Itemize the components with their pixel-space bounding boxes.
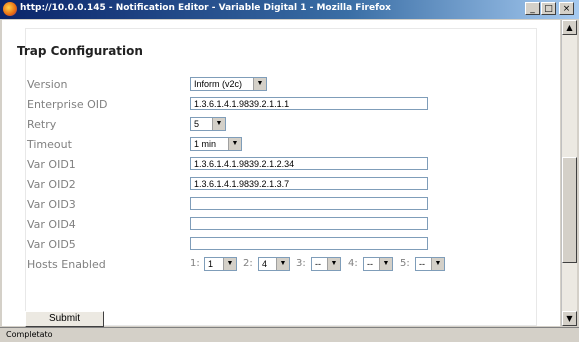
minimize-button[interactable]: _: [525, 2, 540, 15]
submit-button[interactable]: Submit: [25, 311, 104, 327]
host-5-value: --: [419, 259, 425, 269]
status-text: Completato: [6, 330, 53, 339]
chevron-down-icon: ▼: [228, 138, 241, 150]
version-value: Inform (v2c): [194, 79, 243, 89]
title-bar: http://10.0.0.145 - Notification Editor …: [0, 0, 579, 19]
retry-select[interactable]: 5 ▼: [190, 117, 226, 131]
window-title: http://10.0.0.145 - Notification Editor …: [20, 3, 391, 13]
chevron-down-icon: ▼: [223, 258, 236, 270]
host-4-select[interactable]: -- ▼: [363, 257, 393, 271]
version-label: Version: [27, 78, 68, 91]
var-oid4-label: Var OID4: [27, 218, 76, 231]
host-3-value: --: [315, 259, 321, 269]
close-button[interactable]: ×: [559, 2, 574, 15]
status-bar: Completato: [0, 327, 579, 342]
maximize-button[interactable]: □: [541, 2, 556, 15]
var-oid2-label: Var OID2: [27, 178, 76, 191]
var-oid1-field[interactable]: 1.3.6.1.4.1.9839.2.1.2.34: [190, 157, 428, 170]
hosts-enabled-label: Hosts Enabled: [27, 258, 106, 271]
chevron-down-icon: ▼: [379, 258, 392, 270]
host-2-label: 2:: [243, 258, 253, 269]
enterprise-oid-label: Enterprise OID: [27, 98, 108, 111]
var-oid4-field[interactable]: [190, 217, 428, 230]
host-1-value: 1: [208, 259, 214, 269]
var-oid1-label: Var OID1: [27, 158, 76, 171]
host-3-label: 3:: [296, 258, 306, 269]
chevron-down-icon: ▼: [276, 258, 289, 270]
chevron-down-icon: ▼: [327, 258, 340, 270]
enterprise-oid-field[interactable]: 1.3.6.1.4.1.9839.2.1.1.1: [190, 97, 428, 110]
var-oid5-field[interactable]: [190, 237, 428, 250]
timeout-select[interactable]: 1 min ▼: [190, 137, 242, 151]
version-select[interactable]: Inform (v2c) ▼: [190, 77, 267, 91]
host-5-label: 5:: [400, 258, 410, 269]
chevron-down-icon: ▼: [431, 258, 444, 270]
var-oid2-field[interactable]: 1.3.6.1.4.1.9839.2.1.3.7: [190, 177, 428, 190]
hosts-enabled-row: 1: 1 ▼ 2: 4 ▼ 3: -- ▼ 4: -- ▼ 5: -- ▼: [190, 257, 490, 271]
chevron-down-icon: ▼: [212, 118, 225, 130]
host-4-value: --: [367, 259, 373, 269]
vertical-scrollbar[interactable]: ▲ ▼: [561, 20, 577, 326]
host-3-select[interactable]: -- ▼: [311, 257, 341, 271]
host-2-value: 4: [262, 259, 268, 269]
chevron-down-icon: ▼: [253, 78, 266, 90]
var-oid3-label: Var OID3: [27, 198, 76, 211]
var-oid5-label: Var OID5: [27, 238, 76, 251]
var-oid3-field[interactable]: [190, 197, 428, 210]
host-1-select[interactable]: 1 ▼: [204, 257, 237, 271]
retry-value: 5: [194, 119, 200, 129]
window-controls: _ □ ×: [525, 2, 574, 15]
host-1-label: 1:: [190, 258, 200, 269]
scroll-down-button[interactable]: ▼: [562, 311, 577, 326]
scroll-up-button[interactable]: ▲: [562, 20, 577, 35]
page-title: Trap Configuration: [17, 44, 143, 58]
retry-label: Retry: [27, 118, 57, 131]
firefox-icon: [3, 2, 17, 16]
host-4-label: 4:: [348, 258, 358, 269]
host-2-select[interactable]: 4 ▼: [258, 257, 290, 271]
host-5-select[interactable]: -- ▼: [415, 257, 445, 271]
scrollbar-thumb[interactable]: [562, 157, 577, 263]
page-content: Trap Configuration Version Inform (v2c) …: [2, 20, 560, 327]
timeout-value: 1 min: [194, 139, 217, 149]
timeout-label: Timeout: [27, 138, 72, 151]
